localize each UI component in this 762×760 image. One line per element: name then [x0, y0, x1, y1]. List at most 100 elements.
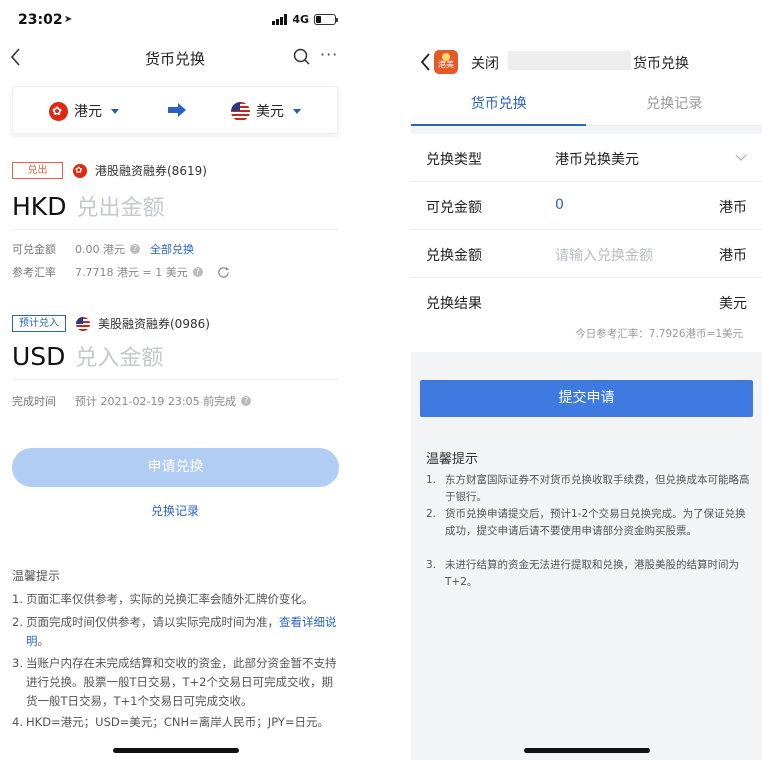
tip-text: 当账户内存在未完成结算和交收的资金，此部分资金暂不支持进行兑换。股票一般T日交易… — [26, 656, 337, 708]
apply-exchange-button[interactable]: 申请兑换 — [12, 448, 339, 487]
us-flag-icon — [231, 101, 250, 121]
tip-item: 2. 货币兑换申请提交后，预计1-2个交易日兑换完成。为了保证兑换成功，提交申请… — [426, 506, 751, 540]
tip-number: 1. — [426, 474, 437, 486]
app-logo: 港美 — [434, 50, 458, 74]
available-value: 0.00 港元 — [75, 243, 125, 256]
exchange-type-select[interactable]: 港币兑换美元 — [555, 149, 639, 169]
exchange-amount-input[interactable]: 请输入兑换金额 — [555, 245, 653, 265]
from-currency-select[interactable]: 港元 — [49, 101, 119, 121]
out-account-name[interactable]: 港股融资融券(8619) — [95, 162, 207, 179]
tip-number: 2. — [426, 508, 437, 520]
status-bar: 23:02 ➤ 4G — [0, 0, 350, 40]
tip-text: 未进行结算的资金无法进行提取和兑换，港股美股的结算时间为T+2。 — [445, 559, 739, 588]
to-currency-select[interactable]: 美元 — [231, 101, 301, 121]
rate-label: 参考汇率 — [12, 266, 56, 279]
available-amount-unit: 港币 — [719, 200, 747, 216]
status-time: 23:02 — [18, 12, 63, 28]
chevron-down-icon — [735, 154, 747, 161]
right-screen: 港美 关闭 货币兑换 货币兑换 兑换记录 兑换类型 港币兑换美元 可兑金额 0 … — [411, 0, 762, 760]
completion-time-row: 完成时间 预计 2021-02-19 23:05 前完成 ? — [12, 393, 252, 409]
left-screen: 23:02 ➤ 4G 货币兑换 ··· 港元 美元 兑出 港股融资融券(8619… — [0, 0, 350, 760]
to-currency-label: 美元 — [256, 104, 284, 120]
in-tag: 预计兑入 — [12, 315, 66, 332]
tip-item: 2. 页面完成时间仅供参考，请以实际完成时间为准，查看详细说明。 — [12, 613, 342, 651]
tip-text: 页面汇率仅供参考，实际的兑换汇率会随外汇牌价变化。 — [26, 592, 314, 606]
tip-number: 3. — [426, 559, 437, 571]
tab-exchange[interactable]: 货币兑换 — [411, 86, 587, 126]
exchange-type-row[interactable]: 兑换类型 港币兑换美元 — [411, 134, 762, 182]
tip-text: 页面完成时间仅供参考，请以实际完成时间为准，查看详细说明。 — [26, 613, 342, 651]
in-amount-row: USD 兑入金额 — [12, 340, 338, 380]
header: 港美 关闭 货币兑换 — [411, 0, 762, 86]
us-flag-icon — [76, 316, 90, 331]
search-icon[interactable] — [292, 47, 312, 67]
completion-time-label: 完成时间 — [12, 395, 56, 408]
available-row: 可兑金额 0.00 港元 ? 全部兑换 — [12, 241, 194, 257]
tip-text-suffix: 。 — [37, 634, 50, 648]
network-label: 4G — [292, 13, 309, 26]
rate-row: 参考汇率 7.7718 港元 = 1 美元 ? — [12, 264, 230, 280]
tip-item: 1. 页面汇率仅供参考，实际的兑换汇率会随外汇牌价变化。 — [12, 590, 342, 609]
tip-item: 4. HKD=港元；USD=美元；CNH=离岸人民币；JPY=日元。 — [12, 713, 342, 732]
exchange-amount-label: 兑换金额 — [426, 248, 482, 264]
home-indicator[interactable] — [113, 748, 239, 753]
info-icon[interactable]: ? — [192, 267, 203, 277]
available-label: 可兑金额 — [12, 243, 56, 256]
close-button[interactable]: 关闭 — [471, 53, 499, 73]
home-indicator[interactable] — [524, 748, 650, 753]
redacted-block — [508, 51, 631, 70]
more-icon[interactable]: ··· — [320, 45, 338, 64]
exchange-result-row: 兑换结果 美元 — [411, 278, 762, 326]
tip-item: 1. 东方财富国际证券不对货币兑换收取手续费，但兑换成本可能略高于银行。 — [426, 472, 751, 506]
completion-time-value: 预计 2021-02-19 23:05 前完成 — [75, 395, 237, 408]
tip-number: 3. — [12, 656, 23, 670]
exchange-all-link[interactable]: 全部兑换 — [150, 241, 194, 257]
in-amount-input[interactable]: 兑入金额 — [75, 340, 163, 372]
reference-rate-note: 今日参考汇率：7.7926港币=1美元 — [575, 328, 743, 340]
arrow-right-icon — [168, 103, 186, 117]
tip-item: 3. 当账户内存在未完成结算和交收的资金，此部分资金暂不支持进行兑换。股票一般T… — [12, 654, 342, 711]
caret-down-icon — [293, 108, 301, 114]
refresh-icon[interactable] — [217, 266, 230, 279]
in-currency-code: USD — [12, 342, 66, 371]
submit-application-button[interactable]: 提交申请 — [420, 380, 753, 417]
out-tag: 兑出 — [12, 162, 63, 179]
out-currency-code: HKD — [12, 192, 67, 221]
tip-text: HKD=港元；USD=美元；CNH=离岸人民币；JPY=日元。 — [26, 715, 330, 729]
out-amount-input[interactable]: 兑出金额 — [76, 190, 164, 222]
page-title: 货币兑换 — [633, 56, 689, 72]
status-indicators: 4G — [272, 13, 338, 26]
tip-number: 1. — [12, 592, 23, 606]
tips-title: 温馨提示 — [12, 569, 61, 583]
tip-number: 2. — [12, 615, 23, 629]
in-account-name[interactable]: 美股融资融券(0986) — [98, 315, 210, 332]
tab-bar: 货币兑换 兑换记录 — [411, 86, 762, 126]
back-arrow-icon[interactable] — [419, 52, 433, 72]
info-icon[interactable]: ? — [130, 244, 140, 254]
tab-history[interactable]: 兑换记录 — [587, 86, 762, 125]
exchange-amount-row: 兑换金额 请输入兑换金额 港币 — [411, 230, 762, 278]
hk-flag-icon — [49, 101, 68, 121]
exchange-result-unit: 美元 — [719, 296, 747, 312]
out-amount-row: HKD 兑出金额 — [12, 190, 338, 230]
from-currency-label: 港元 — [74, 104, 102, 120]
signal-icon — [272, 14, 288, 25]
available-amount-label: 可兑金额 — [426, 200, 482, 216]
tip-text: 东方财富国际证券不对货币兑换收取手续费，但兑换成本可能略高于银行。 — [445, 474, 750, 503]
available-amount-row: 可兑金额 0 港币 — [411, 182, 762, 230]
available-amount-value: 0 — [555, 197, 564, 213]
tip-text: 货币兑换申请提交后，预计1-2个交易日兑换完成。为了保证兑换成功，提交申请后请不… — [445, 508, 746, 537]
divider — [411, 126, 762, 134]
tips-title: 温馨提示 — [426, 452, 479, 467]
info-icon[interactable]: ? — [241, 396, 252, 406]
location-arrow-icon: ➤ — [64, 14, 73, 25]
out-account-row: 兑出 港股融资融券(8619) — [12, 162, 207, 179]
caret-down-icon — [111, 108, 119, 114]
currency-pair-selector: 港元 美元 — [12, 86, 338, 134]
hk-flag-icon — [73, 163, 87, 178]
tip-number: 4. — [12, 715, 23, 729]
exchange-type-label: 兑换类型 — [426, 152, 482, 168]
exchange-history-link[interactable]: 兑换记录 — [0, 502, 350, 519]
tip-item: 3. 未进行结算的资金无法进行提取和兑换，港股美股的结算时间为T+2。 — [426, 557, 751, 591]
nav-bar: 货币兑换 ··· — [0, 40, 350, 74]
